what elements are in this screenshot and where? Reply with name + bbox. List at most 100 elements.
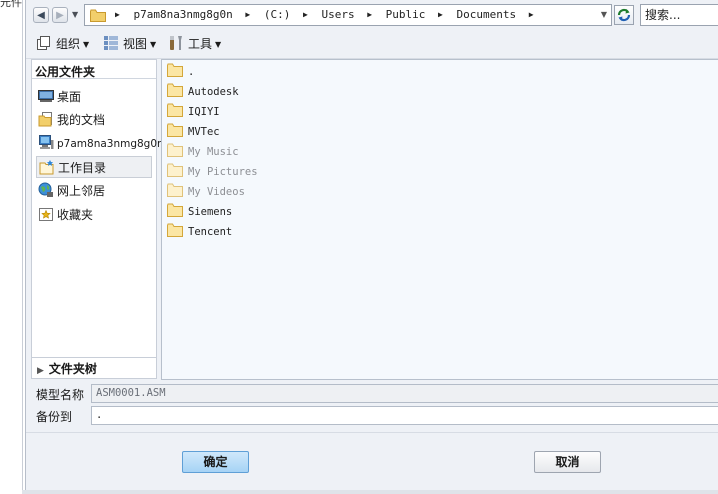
- background-window-text: 元件: [0, 0, 22, 9]
- model-name-field: ASM0001.ASM: [91, 384, 718, 403]
- chevron-right-icon[interactable]: ▶: [245, 5, 250, 25]
- dialog-buttons: 确定 取消: [26, 432, 718, 491]
- breadcrumb: ▶ p7am8na3nmg8g0n ▶ (C:) ▶ Users ▶ Publi…: [109, 5, 541, 25]
- folder-icon: [167, 183, 183, 197]
- desktop-icon: [38, 90, 54, 102]
- list-item[interactable]: Tencent: [167, 223, 232, 241]
- file-name: My Music: [188, 146, 239, 158]
- chevron-right-icon[interactable]: ▶: [529, 5, 534, 25]
- organize-icon: [37, 36, 50, 50]
- background-window-edge: 元件: [0, 0, 23, 494]
- address-bar[interactable]: ▶ p7am8na3nmg8g0n ▶ (C:) ▶ Users ▶ Publi…: [84, 4, 612, 26]
- back-button[interactable]: ◀: [33, 7, 49, 23]
- folder-icon: [167, 123, 183, 137]
- cancel-button[interactable]: 取消: [534, 451, 601, 473]
- forward-button[interactable]: ▶: [52, 7, 68, 23]
- favorites-icon: [39, 208, 53, 221]
- screen: 元件 ◀ ▶ ▼ ▶ p7am8na3nmg8g0n ▶ (C:) ▶ User…: [0, 0, 718, 494]
- sidebar-item-computer[interactable]: p7am8na3nmg8g0n: [36, 132, 164, 154]
- address-dropdown-icon[interactable]: ▼: [601, 10, 607, 19]
- backup-to-label: 备份到: [36, 410, 73, 424]
- model-name-row: 模型名称 ASM0001.ASM: [26, 383, 718, 403]
- tools-menu[interactable]: 工具 ▼: [168, 35, 221, 53]
- search-input[interactable]: [641, 5, 718, 25]
- sidebar-item-my-documents[interactable]: 我的文档: [36, 109, 152, 131]
- breadcrumb-users[interactable]: Users: [321, 5, 354, 25]
- sidebar-item-label: p7am8na3nmg8g0n: [57, 138, 164, 150]
- list-item[interactable]: MVTec: [167, 123, 220, 141]
- chevron-down-icon: ▼: [150, 40, 157, 49]
- chevron-down-icon: ▼: [83, 40, 90, 49]
- back-arrow-icon: ◀: [37, 10, 45, 21]
- view-menu[interactable]: 视图 ▼: [103, 35, 156, 53]
- list-item[interactable]: .: [167, 63, 194, 81]
- sidebar-item-label: 我的文档: [57, 113, 106, 127]
- computer-icon: [39, 135, 54, 149]
- list-item[interactable]: My Pictures: [167, 163, 258, 181]
- breadcrumb-drive-c[interactable]: (C:): [264, 5, 291, 25]
- chevron-right-icon[interactable]: ▶: [115, 5, 120, 25]
- folder-icon: [90, 9, 106, 22]
- sidebar-item-label: 网上邻居: [57, 184, 106, 198]
- recent-locations-dropdown-icon[interactable]: ▼: [72, 10, 78, 19]
- search-box: [640, 4, 718, 26]
- address-row: ◀ ▶ ▼ ▶ p7am8na3nmg8g0n ▶ (C:) ▶ Users ▶: [26, 0, 718, 30]
- file-name: Autodesk: [188, 86, 239, 98]
- folder-tree-toggle[interactable]: ▶ 文件夹树: [31, 357, 157, 380]
- view-icon: [104, 36, 118, 50]
- toolbar: 组织 ▼ 视图 ▼ 工具 ▼: [26, 30, 718, 59]
- file-name: Siemens: [188, 206, 233, 218]
- expand-triangle-icon: ▶: [37, 366, 44, 376]
- chevron-right-icon[interactable]: ▶: [438, 5, 443, 25]
- sidebar: 公用文件夹 桌面 我的文档 p7am8na3nmg8g0n 工作目录 网上邻居 …: [31, 59, 164, 379]
- folder-tree-label: 文件夹树: [48, 362, 97, 376]
- chevron-down-icon: ▼: [215, 40, 222, 49]
- organize-label: 组织: [56, 37, 81, 51]
- refresh-icon: [617, 8, 631, 22]
- file-name: .: [188, 66, 195, 78]
- backup-to-row: 备份到 .: [26, 405, 718, 425]
- file-name: Tencent: [188, 226, 233, 238]
- folder-icon: [167, 143, 183, 157]
- file-name: MVTec: [188, 126, 220, 138]
- breadcrumb-computer[interactable]: p7am8na3nmg8g0n: [133, 5, 232, 25]
- forward-arrow-icon: ▶: [56, 10, 64, 21]
- file-name: My Videos: [188, 186, 245, 198]
- file-name: IQIYI: [188, 106, 220, 118]
- sidebar-item-favorites[interactable]: 收藏夹: [36, 204, 152, 226]
- list-item[interactable]: My Videos: [167, 183, 245, 201]
- window-bottom-edge: [22, 490, 718, 494]
- folder-icon: [167, 203, 183, 217]
- folder-icon: [167, 223, 183, 237]
- chevron-right-icon[interactable]: ▶: [367, 5, 372, 25]
- folder-icon: [167, 63, 183, 77]
- refresh-button[interactable]: [614, 5, 634, 25]
- documents-icon: [38, 112, 52, 127]
- backup-dialog: ◀ ▶ ▼ ▶ p7am8na3nmg8g0n ▶ (C:) ▶ Users ▶: [25, 0, 718, 491]
- list-item[interactable]: Siemens: [167, 203, 232, 221]
- breadcrumb-public[interactable]: Public: [386, 5, 426, 25]
- list-item[interactable]: My Music: [167, 143, 239, 161]
- chevron-right-icon[interactable]: ▶: [303, 5, 308, 25]
- list-item[interactable]: IQIYI: [167, 103, 220, 121]
- tools-icon: [170, 36, 182, 50]
- view-label: 视图: [123, 37, 148, 51]
- file-list: . Autodesk IQIYI MVTec My Music My Pictu…: [161, 59, 718, 380]
- folder-icon: [167, 103, 183, 117]
- file-name: My Pictures: [188, 166, 258, 178]
- breadcrumb-documents[interactable]: Documents: [456, 5, 516, 25]
- folder-icon: [167, 83, 183, 97]
- ok-button[interactable]: 确定: [182, 451, 249, 473]
- sidebar-item-label: 工作目录: [58, 161, 107, 175]
- sidebar-item-network[interactable]: 网上邻居: [36, 180, 152, 202]
- sidebar-item-working-directory[interactable]: 工作目录: [36, 156, 152, 178]
- working-directory-icon: [39, 160, 54, 175]
- list-item[interactable]: Autodesk: [167, 83, 239, 101]
- organize-menu[interactable]: 组织 ▼: [36, 35, 89, 53]
- sidebar-item-desktop[interactable]: 桌面: [36, 86, 152, 108]
- backup-to-field[interactable]: .: [91, 406, 718, 425]
- model-name-label: 模型名称: [36, 388, 85, 402]
- network-icon: [38, 182, 53, 197]
- sidebar-item-label: 桌面: [57, 90, 82, 104]
- tools-label: 工具: [188, 37, 213, 51]
